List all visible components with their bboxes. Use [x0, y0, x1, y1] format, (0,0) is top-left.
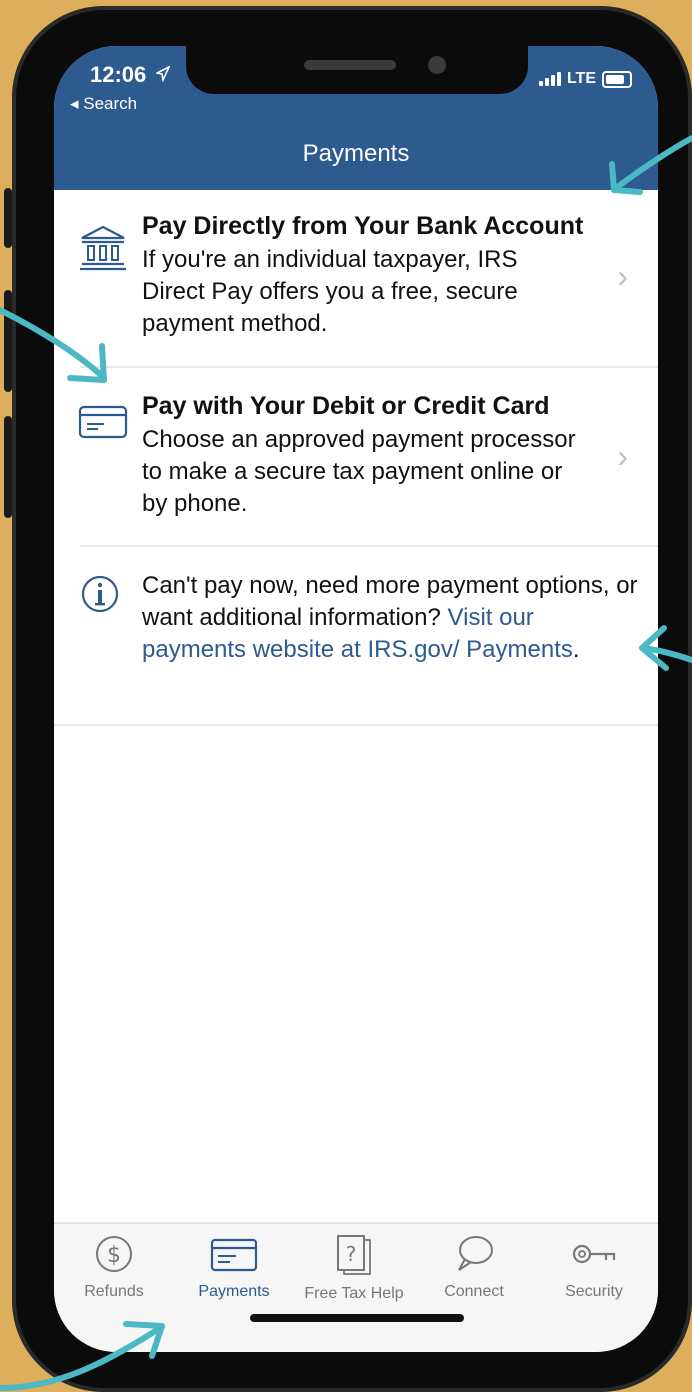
phone-volume-down	[4, 416, 12, 518]
battery-icon	[602, 70, 632, 88]
bank-payment-row[interactable]: Pay Directly from Your Bank Account If y…	[54, 212, 658, 342]
tab-connect-label: Connect	[444, 1283, 504, 1300]
question-doc-icon: ?	[337, 1235, 371, 1275]
nav-bar: 12:06 ◂ Search LTE Payments	[54, 46, 658, 190]
tab-free-tax-help-label: Free Tax Help	[304, 1285, 404, 1302]
page-title: Payments	[302, 140, 410, 167]
status-time: 12:06	[90, 62, 147, 87]
card-payment-row[interactable]: Pay with Your Debit or Credit Card Choos…	[54, 392, 658, 522]
phone-screen: 12:06 ◂ Search LTE Payments Pay Directly…	[54, 46, 658, 1352]
card-payment-title: Pay with Your Debit or Credit Card	[142, 392, 550, 420]
svg-text:$: $	[107, 1243, 121, 1268]
tab-refunds[interactable]: $ Refunds	[54, 1234, 174, 1301]
info-text-block: Can't pay now, need more payment options…	[142, 570, 642, 666]
annotation-arrow-left	[0, 307, 107, 383]
card-payment-description: Choose an approved payment processor to …	[142, 426, 576, 517]
tab-connect[interactable]: Connect	[414, 1234, 534, 1301]
section-divider	[54, 724, 658, 726]
credit-card-icon	[78, 405, 128, 439]
key-icon	[572, 1244, 616, 1264]
phone-side-button	[4, 188, 12, 248]
tab-security[interactable]: Security	[534, 1234, 654, 1301]
row-divider	[80, 366, 658, 368]
tab-security-label: Security	[565, 1283, 623, 1300]
chevron-right-icon: ›	[617, 258, 628, 294]
info-text: Can't pay now, need more payment options…	[142, 572, 638, 631]
tab-payments[interactable]: Payments	[174, 1234, 294, 1301]
info-icon	[81, 575, 119, 613]
signal-icon	[538, 72, 561, 86]
tab-free-tax-help[interactable]: ? Free Tax Help	[294, 1234, 414, 1303]
payment-info-section: Can't pay now, need more payment options…	[54, 570, 658, 700]
annotation-arrow-bottom	[0, 1321, 165, 1391]
dollar-circle-icon: $	[96, 1236, 132, 1272]
front-camera	[428, 56, 446, 74]
annotation-arrow-right	[639, 625, 692, 671]
row-divider	[80, 545, 658, 547]
info-suffix: .	[572, 636, 580, 663]
chat-bubble-icon	[458, 1236, 493, 1271]
bank-payment-title: Pay Directly from Your Bank Account	[142, 212, 584, 240]
phone-notch	[186, 46, 528, 94]
back-to-search[interactable]: ◂ Search	[70, 94, 137, 114]
svg-text:?: ?	[346, 1242, 357, 1266]
tab-payments-label: Payments	[198, 1283, 270, 1300]
tab-refunds-label: Refunds	[84, 1283, 144, 1300]
card-icon	[210, 1238, 258, 1272]
network-type: LTE	[566, 70, 596, 87]
speaker-grille	[304, 60, 396, 70]
annotation-arrow-top-right	[609, 135, 692, 195]
bank-payment-description: If you're an individual taxpayer, IRS Di…	[142, 246, 518, 337]
bank-icon	[80, 225, 126, 271]
status-indicators: LTE	[538, 70, 632, 88]
home-indicator[interactable]	[250, 1314, 464, 1322]
chevron-right-icon: ›	[617, 438, 628, 474]
location-arrow-icon	[156, 66, 170, 82]
